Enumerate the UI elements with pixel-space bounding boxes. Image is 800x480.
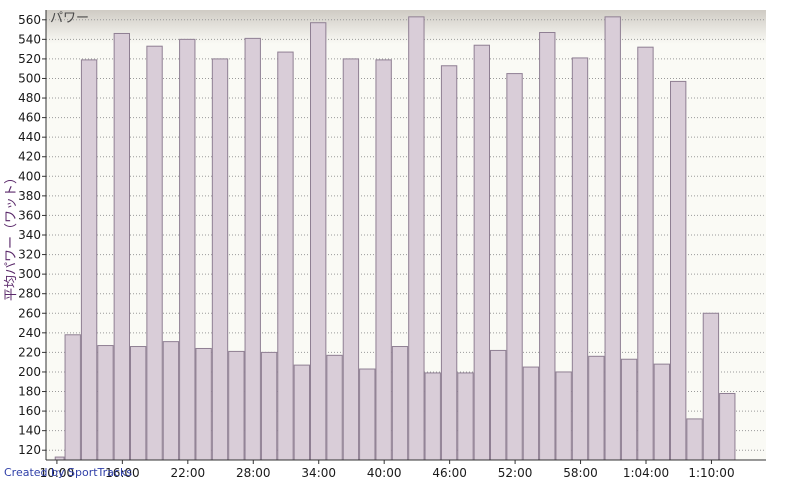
x-axis: 10:00 16:00 22:00 28:00 34:00 40:00 46:00 52:00…	[40, 460, 735, 480]
x-tick-label: 52:00	[498, 466, 533, 480]
bar	[244, 37, 261, 461]
y-tick-label: 480	[18, 91, 41, 105]
y-axis-label: 平均パワー（ワット）	[4, 171, 19, 301]
bar	[473, 44, 490, 461]
y-tick-label: 300	[18, 267, 41, 281]
y-tick-label: 240	[18, 326, 41, 340]
bar	[670, 80, 687, 461]
x-tick-label: 1:10:00	[688, 466, 734, 480]
y-tick-label: 120	[18, 443, 41, 457]
bar	[146, 45, 163, 461]
bar	[539, 32, 556, 461]
bar	[211, 58, 229, 461]
x-tick-label: 22:00	[171, 466, 206, 480]
bar	[260, 351, 278, 461]
power-chart: 120 140 160 180 200 220 240 260 280 300 320 340 360 3…	[4, 10, 766, 480]
chart-title: パワー	[50, 11, 89, 26]
bar	[113, 32, 130, 461]
bar	[457, 372, 474, 461]
x-tick-label: 58:00	[563, 466, 598, 480]
bar	[588, 355, 605, 461]
bar	[522, 366, 540, 461]
bar	[195, 347, 212, 461]
bar	[80, 59, 98, 461]
bar	[571, 57, 589, 461]
bar	[97, 345, 114, 461]
bar	[293, 364, 310, 461]
y-tick-label: 220	[18, 345, 41, 359]
bar	[326, 354, 343, 461]
bar	[637, 46, 654, 461]
bar	[604, 16, 621, 461]
bar	[440, 65, 458, 461]
y-tick-label: 460	[18, 111, 41, 125]
bar	[424, 372, 441, 461]
bar	[391, 346, 409, 461]
y-tick-label: 280	[18, 287, 41, 301]
y-tick-label: 440	[18, 130, 41, 144]
bar	[719, 392, 736, 461]
x-tick-label: 40:00	[367, 466, 402, 480]
bar	[555, 371, 572, 461]
y-tick-label: 540	[18, 32, 41, 46]
y-tick-label: 260	[18, 306, 41, 320]
bar	[130, 346, 147, 461]
bar	[228, 350, 245, 461]
bar	[490, 349, 507, 461]
y-tick-label: 360	[18, 208, 41, 222]
bar	[620, 358, 638, 461]
bar	[506, 73, 523, 461]
bar	[359, 368, 376, 461]
y-tick-label: 340	[18, 228, 41, 242]
bar	[162, 341, 180, 461]
bar	[277, 51, 294, 461]
bar	[375, 59, 392, 461]
y-tick-label: 520	[18, 52, 41, 66]
bar	[702, 312, 720, 461]
bar	[64, 334, 81, 461]
bar	[408, 16, 425, 461]
bar	[653, 363, 670, 461]
bar	[179, 38, 196, 461]
bar	[342, 58, 360, 461]
x-tick-label: 1:04:00	[623, 466, 669, 480]
y-tick-label: 140	[18, 424, 41, 438]
y-tick-label: 160	[18, 404, 41, 418]
y-tick-label: 200	[18, 365, 41, 379]
x-tick-label: 34:00	[301, 466, 336, 480]
x-tick-label: 28:00	[236, 466, 271, 480]
y-tick-label: 380	[18, 189, 41, 203]
y-tick-label: 500	[18, 71, 41, 85]
y-tick-label: 400	[18, 169, 41, 183]
y-tick-label: 560	[18, 13, 41, 27]
y-tick-label: 180	[18, 385, 41, 399]
bar	[686, 418, 703, 461]
y-axis: 120 140 160 180 200 220 240 260 280 300 320 340 360 3…	[18, 13, 46, 457]
y-tick-label: 420	[18, 150, 41, 164]
y-tick-label: 320	[18, 248, 41, 262]
bar	[310, 22, 327, 461]
credit-text[interactable]: Created by SportTracks	[4, 466, 132, 479]
x-tick-label: 46:00	[432, 466, 467, 480]
